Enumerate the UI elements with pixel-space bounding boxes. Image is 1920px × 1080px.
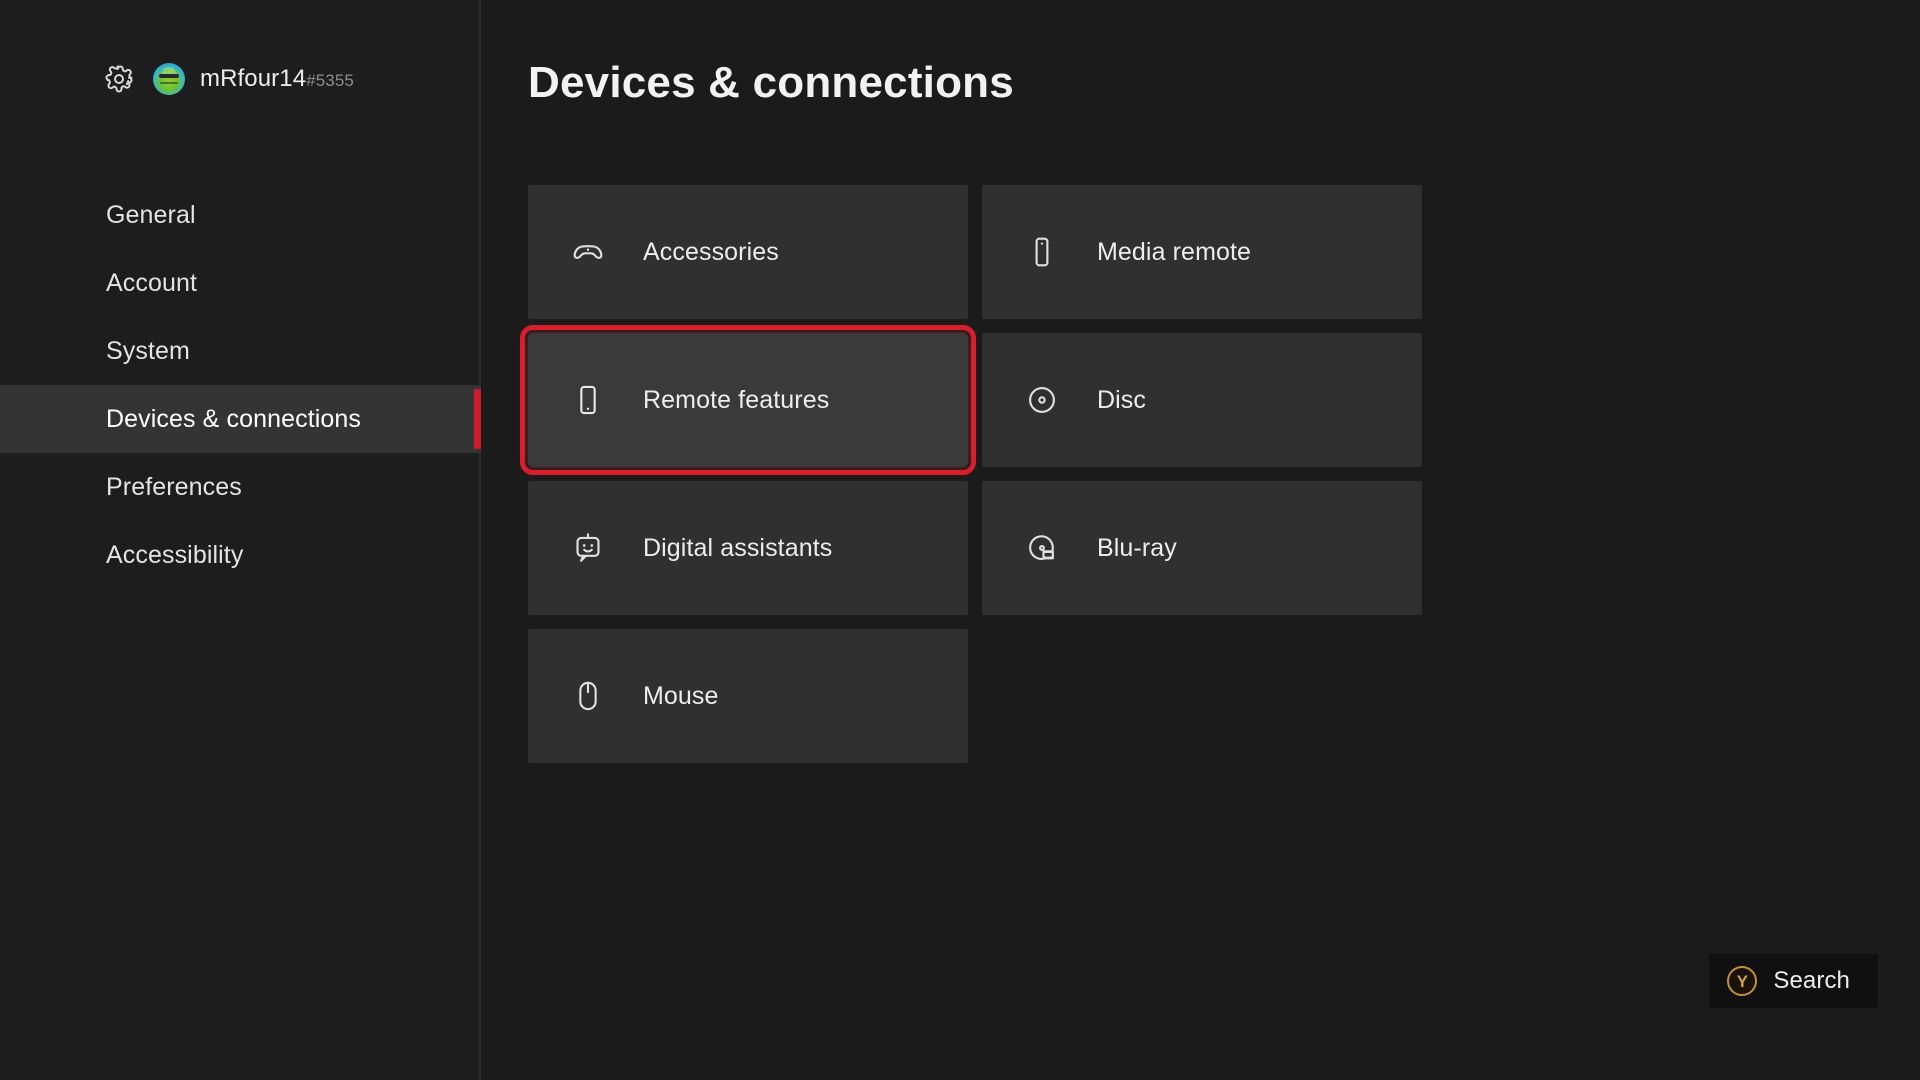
tile-row: Digital assistants Blu-ray <box>528 481 1423 615</box>
robot-icon <box>571 531 605 565</box>
tile-label: Blu-ray <box>1097 534 1177 563</box>
xbox-settings-screen: mRfour14#5355 General Account System Dev… <box>0 0 1920 1080</box>
disc-icon <box>1025 383 1059 417</box>
tile-accessories[interactable]: Accessories <box>528 185 968 319</box>
sidebar-item-devices-and-connections[interactable]: Devices & connections <box>0 385 481 453</box>
search-button-label: Search <box>1773 967 1850 995</box>
remote-icon <box>1025 235 1059 269</box>
tile-blu-ray[interactable]: Blu-ray <box>982 481 1422 615</box>
tile-media-remote[interactable]: Media remote <box>982 185 1422 319</box>
y-button-icon: Y <box>1727 966 1757 996</box>
tile-label: Mouse <box>643 682 719 711</box>
sidebar-nav: General Account System Devices & connect… <box>0 181 481 589</box>
sidebar-item-account[interactable]: Account <box>0 249 481 317</box>
tile-label: Accessories <box>643 238 779 267</box>
gear-icon[interactable] <box>104 64 134 94</box>
tile-disc[interactable]: Disc <box>982 333 1422 467</box>
gamertag: mRfour14#5355 <box>200 65 354 93</box>
sidebar-item-label: General <box>106 201 196 230</box>
tile-row: Accessories Media remote <box>528 185 1423 319</box>
sidebar-item-label: Account <box>106 269 197 298</box>
tile-label: Disc <box>1097 386 1146 415</box>
page-title: Devices & connections <box>528 58 1014 108</box>
tile-label: Media remote <box>1097 238 1251 267</box>
gamertag-name: mRfour14 <box>200 65 306 92</box>
tile-grid: Accessories Media remote <box>528 185 1423 777</box>
tile-mouse[interactable]: Mouse <box>528 629 968 763</box>
gamertag-suffix: #5355 <box>306 71 354 90</box>
mobile-phone-icon <box>571 383 605 417</box>
tile-digital-assistants[interactable]: Digital assistants <box>528 481 968 615</box>
tile-row: Mouse <box>528 629 1423 763</box>
search-button[interactable]: Y Search <box>1709 954 1878 1008</box>
tile-remote-features[interactable]: Remote features <box>528 333 968 467</box>
sidebar-item-preferences[interactable]: Preferences <box>0 453 481 521</box>
sidebar: mRfour14#5355 General Account System Dev… <box>0 0 481 1080</box>
sidebar-item-label: Accessibility <box>106 541 243 570</box>
account-header[interactable]: mRfour14#5355 <box>104 57 354 101</box>
sidebar-item-label: Preferences <box>106 473 242 502</box>
sidebar-item-system[interactable]: System <box>0 317 481 385</box>
main-content: Devices & connections Accessories <box>483 0 1920 1080</box>
bluray-icon <box>1025 531 1059 565</box>
sidebar-item-accessibility[interactable]: Accessibility <box>0 521 481 589</box>
tile-label: Remote features <box>643 386 829 415</box>
mouse-icon <box>571 679 605 713</box>
sidebar-item-label: System <box>106 337 190 366</box>
gamepad-icon <box>571 235 605 269</box>
tile-row: Remote features Disc <box>528 333 1423 467</box>
sidebar-item-general[interactable]: General <box>0 181 481 249</box>
tile-label: Digital assistants <box>643 534 832 563</box>
avatar[interactable] <box>153 63 185 95</box>
sidebar-item-label: Devices & connections <box>106 405 361 434</box>
